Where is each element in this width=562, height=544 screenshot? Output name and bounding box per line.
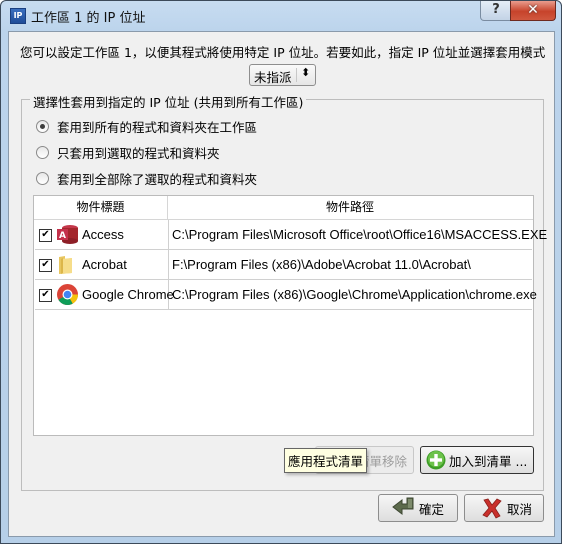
- title-cell: ✔ A Access: [35, 220, 169, 249]
- app-icon: IP: [10, 8, 26, 24]
- mode-select[interactable]: 未指派 ⬍: [249, 64, 316, 86]
- table-row[interactable]: ✔ A Access C:\Program Files\Microsoft Of…: [35, 220, 547, 250]
- group-legend: 選擇性套用到指定的 IP 位址 (共用到所有工作區): [30, 92, 307, 111]
- table-header: 物件標題 物件路徑: [34, 196, 533, 220]
- updown-arrow-icon: ⬍: [301, 66, 311, 79]
- column-header-path[interactable]: 物件路徑: [168, 196, 532, 219]
- app-name: Access: [82, 227, 124, 242]
- app-name: Google Chrome: [82, 287, 174, 302]
- add-to-list-button[interactable]: 加入到清單 ...: [420, 446, 534, 474]
- radio-label: 套用到所有的程式和資料夾在工作區: [57, 120, 258, 135]
- radio-apply-all[interactable]: 套用到所有的程式和資料夾在工作區: [36, 117, 257, 136]
- row-checkbox[interactable]: ✔: [39, 289, 52, 302]
- ip-apply-group: 選擇性套用到指定的 IP 位址 (共用到所有工作區) 套用到所有的程式和資料夾在…: [21, 92, 547, 491]
- add-button-label: 加入到清單 ...: [449, 453, 528, 469]
- dialog-window: IP 工作區 1 的 IP 位址 ? ✕ 您可以設定工作區 1，以便其程式將使用…: [0, 0, 562, 544]
- window-title: 工作區 1 的 IP 位址: [31, 11, 146, 26]
- table-row[interactable]: ✔ Acrobat F:\Program Files (x86)\Adobe\A…: [35, 250, 532, 280]
- description-text: 您可以設定工作區 1，以便其程式將使用特定 IP 位址。若要如此，指定 IP 位…: [20, 45, 546, 60]
- radio-apply-except-selected[interactable]: 套用到全部除了選取的程式和資料夾: [36, 169, 257, 188]
- row-checkbox[interactable]: ✔: [39, 259, 52, 272]
- ok-button[interactable]: 確定: [378, 494, 458, 522]
- program-list-table[interactable]: 物件標題 物件路徑 ✔ A Access C:\Program Files\Mi…: [33, 195, 547, 436]
- mode-select-separator: [296, 68, 297, 82]
- mode-select-value: 未指派: [254, 70, 292, 85]
- cancel-x-icon: [482, 498, 502, 519]
- close-button[interactable]: ✕: [510, 1, 556, 21]
- access-icon: A: [57, 225, 78, 244]
- dialog-body: 您可以設定工作區 1，以便其程式將使用特定 IP 位址。若要如此，指定 IP 位…: [8, 31, 555, 537]
- title-cell: ✔ Acrobat: [35, 250, 169, 279]
- radio-label: 只套用到選取的程式和資料夾: [57, 146, 220, 161]
- cancel-button[interactable]: 取消: [464, 494, 544, 522]
- tooltip: 應用程式清單: [284, 448, 368, 473]
- radio-label: 套用到全部除了選取的程式和資料夾: [57, 172, 258, 187]
- app-path: C:\Program Files\Microsoft Office\root\O…: [172, 227, 548, 242]
- radio-apply-selected[interactable]: 只套用到選取的程式和資料夾: [36, 143, 220, 162]
- chrome-icon: [57, 284, 78, 306]
- radio-button[interactable]: [36, 172, 49, 185]
- app-path: C:\Program Files (x86)\Google\Chrome\App…: [172, 287, 537, 302]
- app-path: F:\Program Files (x86)\Adobe\Acrobat 11.…: [172, 257, 471, 272]
- enter-arrow-icon: [392, 497, 414, 516]
- ok-button-label: 確定: [419, 501, 445, 517]
- table-row[interactable]: ✔ Google Chrome C:\Program Files (x86)\G…: [35, 280, 537, 310]
- cancel-button-label: 取消: [507, 501, 533, 517]
- column-header-title[interactable]: 物件標題: [34, 196, 168, 219]
- folder-icon: [59, 256, 72, 274]
- app-name: Acrobat: [82, 257, 127, 272]
- row-checkbox[interactable]: ✔: [39, 229, 52, 242]
- radio-button[interactable]: [36, 146, 49, 159]
- title-cell: ✔ Google Chrome: [35, 280, 174, 309]
- help-button[interactable]: ?: [480, 1, 512, 21]
- radio-button[interactable]: [36, 120, 49, 133]
- title-bar[interactable]: IP 工作區 1 的 IP 位址 ? ✕: [1, 1, 561, 31]
- svg-text:A: A: [59, 231, 66, 241]
- add-plus-icon: [426, 450, 446, 470]
